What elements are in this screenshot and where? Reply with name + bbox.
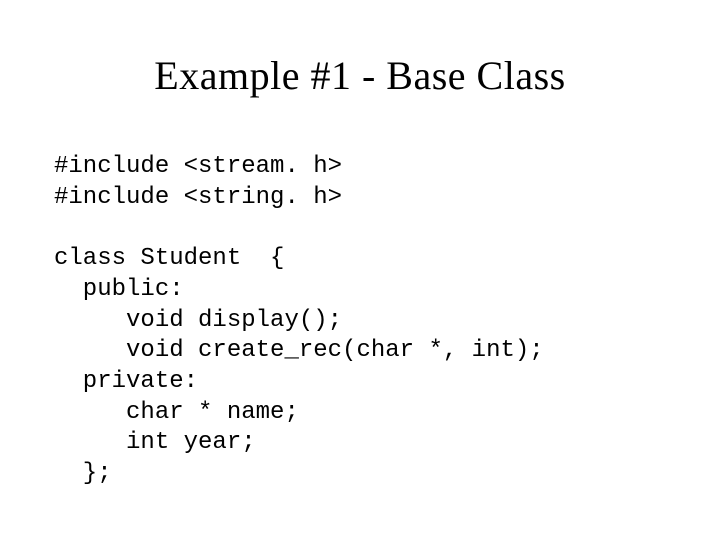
code-line: public: (54, 276, 184, 303)
code-line: private: (54, 368, 198, 395)
code-line: void create_rec(char *, int); (54, 337, 544, 364)
code-line: int year; (54, 429, 256, 456)
code-line: class Student { (54, 245, 284, 272)
code-block: #include <stream. h> #include <string. h… (54, 152, 544, 490)
code-line: void display(); (54, 307, 342, 334)
code-line: }; (54, 460, 112, 487)
code-line: #include <stream. h> (54, 153, 342, 180)
slide: Example #1 - Base Class #include <stream… (0, 0, 720, 540)
slide-title: Example #1 - Base Class (0, 52, 720, 99)
code-line: #include <string. h> (54, 184, 342, 211)
code-line: char * name; (54, 399, 299, 426)
